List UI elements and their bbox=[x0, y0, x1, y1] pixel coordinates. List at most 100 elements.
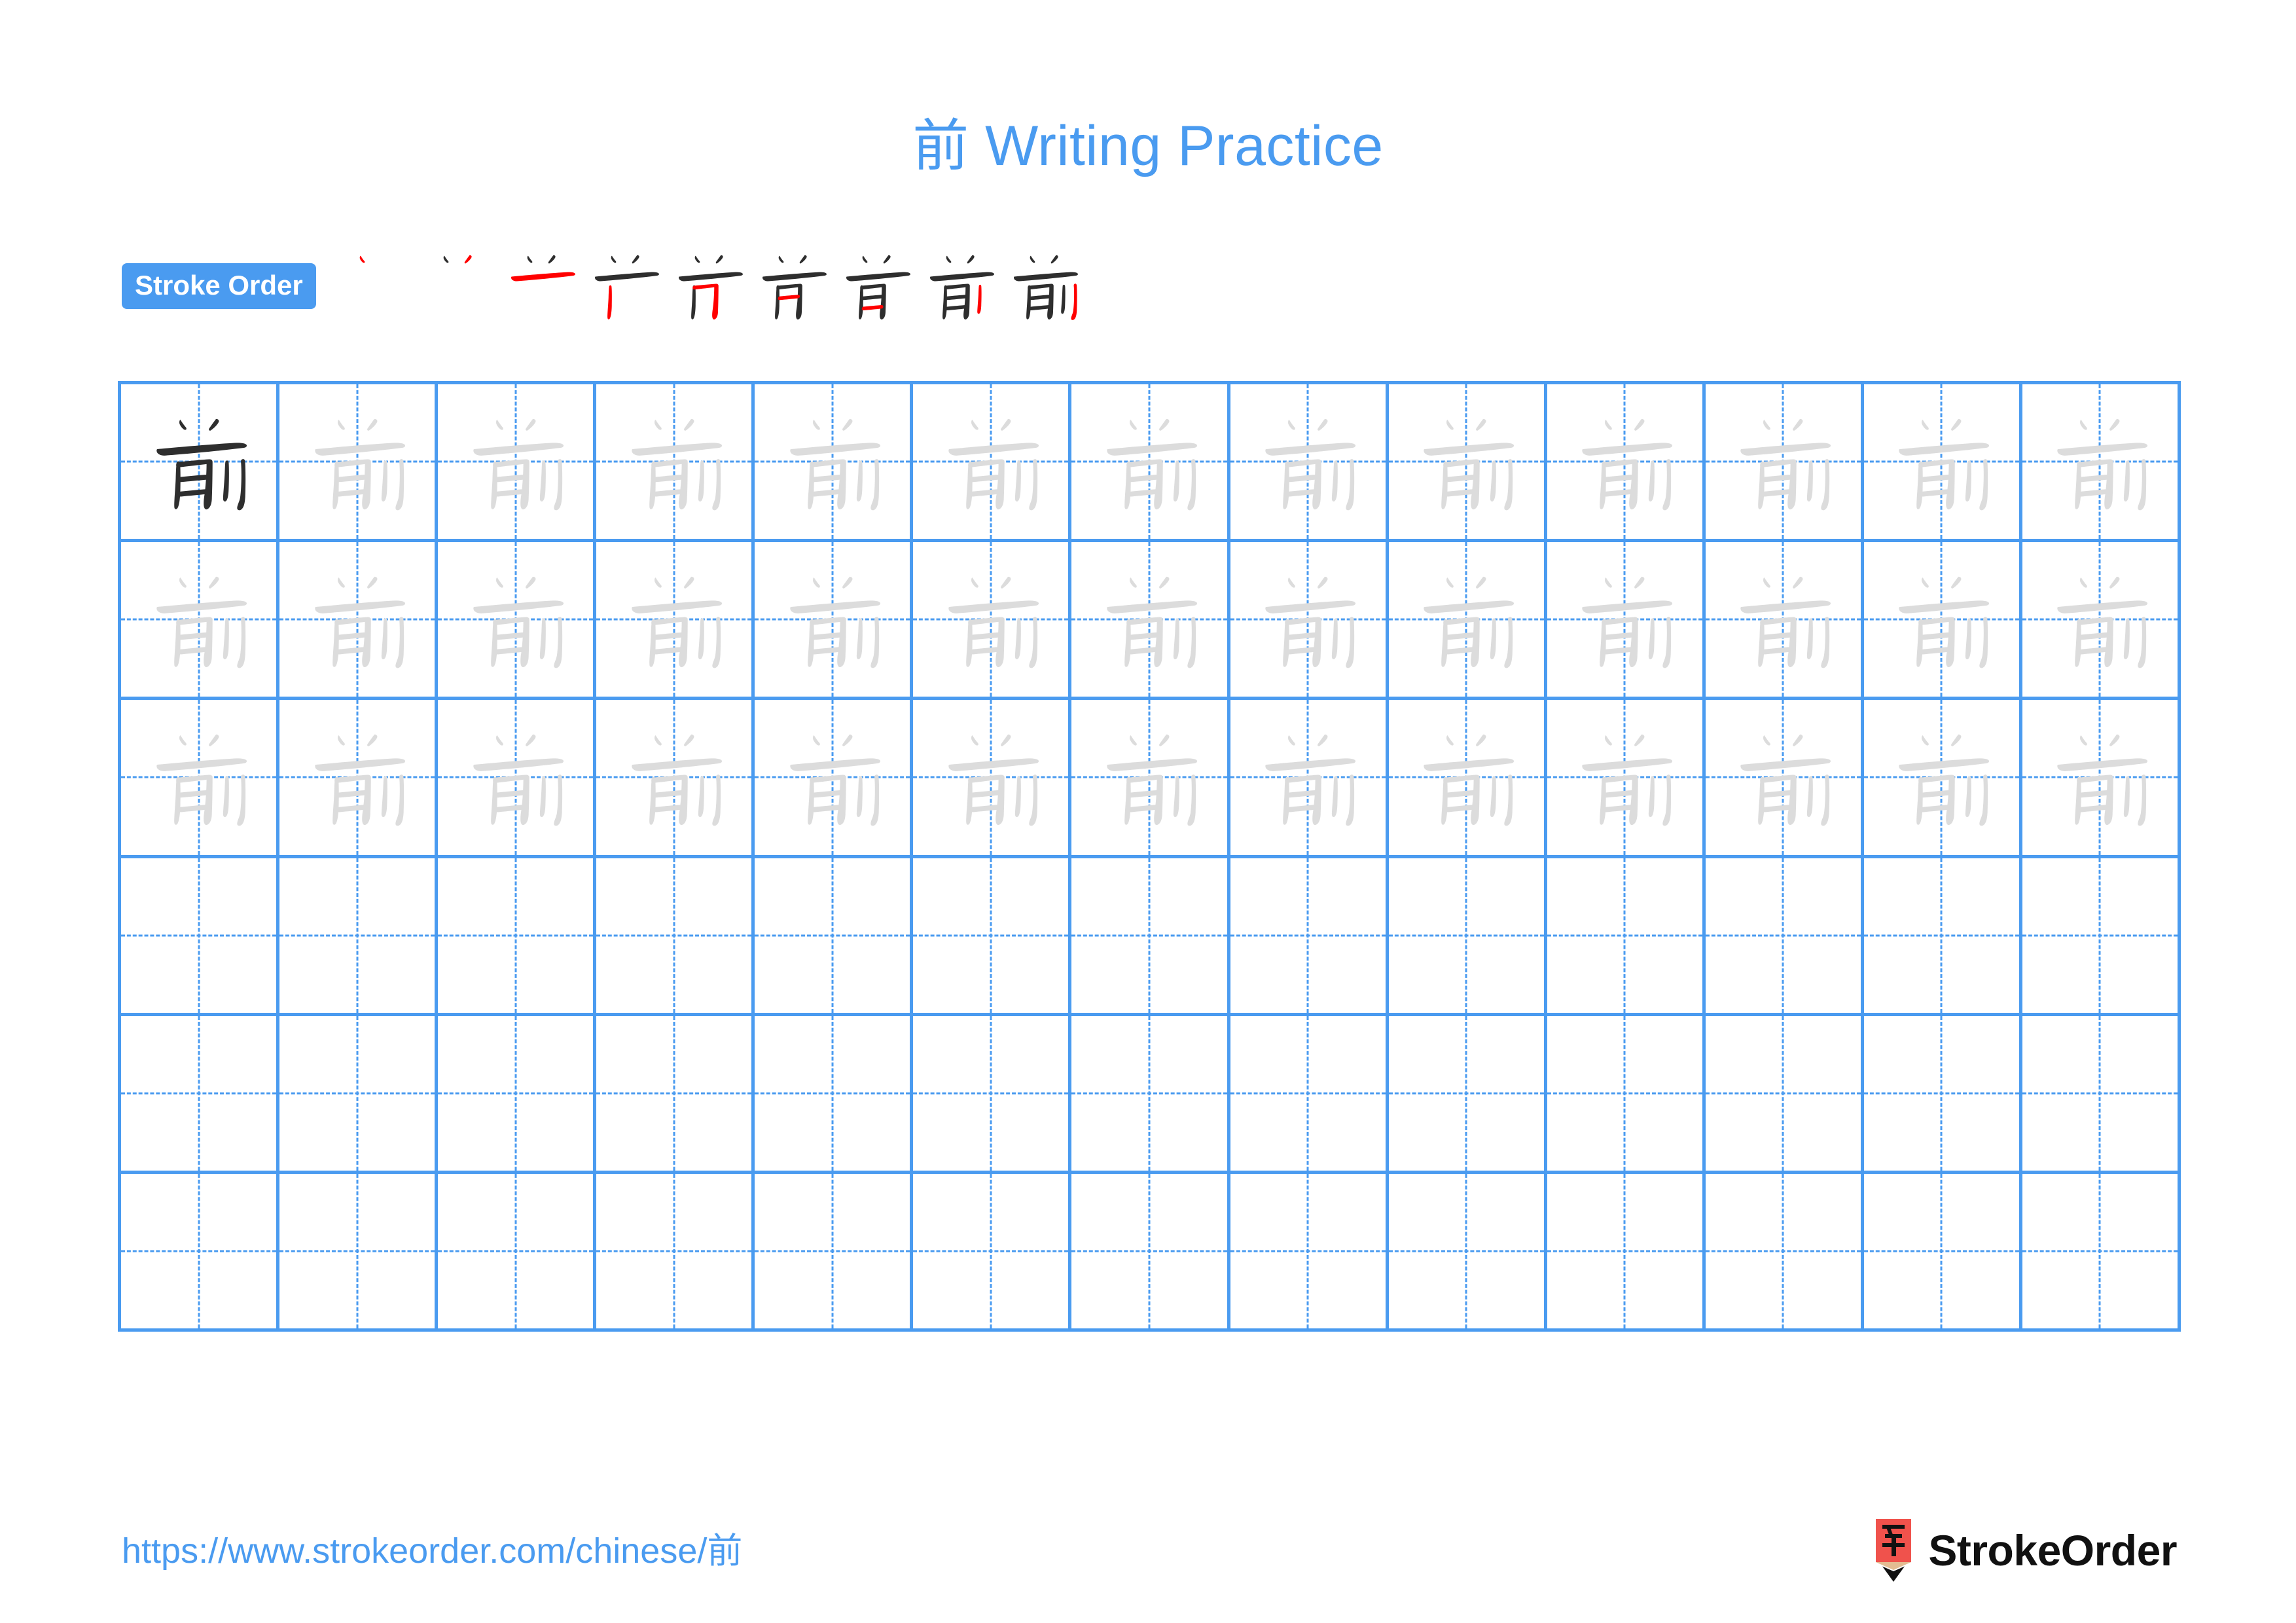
grid-cell-r4-c1[interactable] bbox=[121, 858, 280, 1016]
grid-cell-r5-c12[interactable] bbox=[1863, 1015, 2022, 1174]
stroke-order-badge: Stroke Order bbox=[122, 263, 316, 309]
grid-cell-r2-c5[interactable] bbox=[755, 542, 914, 701]
grid-cell-r1-c11[interactable] bbox=[1705, 384, 1864, 543]
grid-cell-r2-c12[interactable] bbox=[1863, 542, 2022, 701]
grid-cell-r1-c1[interactable] bbox=[121, 384, 280, 543]
trace-character bbox=[913, 542, 1068, 697]
grid-cell-r1-c12[interactable] bbox=[1863, 384, 2022, 543]
footer-url[interactable]: https://www.strokeorder.com/chinese/前 bbox=[122, 1529, 742, 1573]
grid-cell-r2-c13[interactable] bbox=[2022, 542, 2181, 701]
grid-cell-r6-c5[interactable] bbox=[755, 1173, 914, 1332]
grid-cell-r2-c1[interactable] bbox=[121, 542, 280, 701]
footer-logo[interactable]: StrokeOrder bbox=[1873, 1518, 2177, 1583]
grid-cell-r6-c9[interactable] bbox=[1388, 1173, 1547, 1332]
stroke-step-8 bbox=[918, 244, 1002, 329]
grid-row bbox=[121, 1173, 2181, 1332]
grid-cell-r6-c6[interactable] bbox=[913, 1173, 1072, 1332]
grid-cell-r2-c2[interactable] bbox=[279, 542, 439, 701]
grid-cell-r1-c4[interactable] bbox=[596, 384, 755, 543]
grid-cell-r6-c1[interactable] bbox=[121, 1173, 280, 1332]
grid-cell-r1-c7[interactable] bbox=[1071, 384, 1230, 543]
grid-cell-r4-c4[interactable] bbox=[596, 858, 755, 1016]
stroke-step-5 bbox=[667, 244, 751, 329]
grid-cell-r5-c7[interactable] bbox=[1071, 1015, 1230, 1174]
stroke-step-1 bbox=[332, 244, 416, 329]
grid-cell-r3-c10[interactable] bbox=[1547, 700, 1706, 858]
grid-cell-r4-c5[interactable] bbox=[755, 858, 914, 1016]
grid-cell-r6-c11[interactable] bbox=[1705, 1173, 1864, 1332]
grid-cell-r3-c6[interactable] bbox=[913, 700, 1072, 858]
grid-cell-r2-c10[interactable] bbox=[1547, 542, 1706, 701]
grid-cell-r5-c11[interactable] bbox=[1705, 1015, 1864, 1174]
grid-cell-r6-c7[interactable] bbox=[1071, 1173, 1230, 1332]
grid-cell-r2-c7[interactable] bbox=[1071, 542, 1230, 701]
existing-stroke bbox=[946, 255, 952, 263]
grid-cell-r3-c12[interactable] bbox=[1863, 700, 2022, 858]
grid-cell-r3-c13[interactable] bbox=[2022, 700, 2181, 858]
grid-cell-r5-c5[interactable] bbox=[755, 1015, 914, 1174]
grid-cell-r5-c6[interactable] bbox=[913, 1015, 1072, 1174]
existing-stroke bbox=[929, 272, 994, 282]
trace-character bbox=[438, 542, 593, 697]
grid-cell-r3-c2[interactable] bbox=[279, 700, 439, 858]
grid-cell-r6-c8[interactable] bbox=[1230, 1173, 1389, 1332]
grid-cell-r6-c4[interactable] bbox=[596, 1173, 755, 1332]
grid-cell-r4-c13[interactable] bbox=[2022, 858, 2181, 1016]
grid-cell-r1-c6[interactable] bbox=[913, 384, 1072, 543]
grid-cell-r4-c6[interactable] bbox=[913, 858, 1072, 1016]
grid-cell-r2-c11[interactable] bbox=[1705, 542, 1864, 701]
grid-cell-r1-c10[interactable] bbox=[1547, 384, 1706, 543]
grid-cell-r1-c5[interactable] bbox=[755, 384, 914, 543]
grid-cell-r3-c3[interactable] bbox=[438, 700, 597, 858]
existing-stroke bbox=[1061, 284, 1066, 314]
grid-cell-r5-c8[interactable] bbox=[1230, 1015, 1389, 1174]
grid-cell-r6-c12[interactable] bbox=[1863, 1173, 2022, 1332]
grid-cell-r5-c10[interactable] bbox=[1547, 1015, 1706, 1174]
grid-cell-r6-c10[interactable] bbox=[1547, 1173, 1706, 1332]
grid-cell-r3-c5[interactable] bbox=[755, 700, 914, 858]
grid-cell-r3-c7[interactable] bbox=[1071, 700, 1230, 858]
grid-cell-r6-c2[interactable] bbox=[279, 1173, 439, 1332]
existing-stroke bbox=[967, 255, 975, 264]
grid-cell-r5-c2[interactable] bbox=[279, 1015, 439, 1174]
grid-cell-r2-c9[interactable] bbox=[1388, 542, 1547, 701]
trace-character bbox=[2022, 542, 2178, 697]
grid-cell-r5-c9[interactable] bbox=[1388, 1015, 1547, 1174]
grid-cell-r4-c12[interactable] bbox=[1863, 858, 2022, 1016]
new-stroke bbox=[511, 272, 575, 282]
trace-character bbox=[1864, 384, 2019, 539]
grid-cell-r3-c4[interactable] bbox=[596, 700, 755, 858]
grid-cell-r2-c3[interactable] bbox=[438, 542, 597, 701]
grid-cell-r3-c1[interactable] bbox=[121, 700, 280, 858]
grid-cell-r4-c3[interactable] bbox=[438, 858, 597, 1016]
trace-character bbox=[279, 700, 435, 854]
grid-cell-r1-c8[interactable] bbox=[1230, 384, 1389, 543]
grid-cell-r4-c8[interactable] bbox=[1230, 858, 1389, 1016]
grid-cell-r6-c3[interactable] bbox=[438, 1173, 597, 1332]
grid-cell-r5-c4[interactable] bbox=[596, 1015, 755, 1174]
grid-cell-r2-c8[interactable] bbox=[1230, 542, 1389, 701]
grid-cell-r3-c8[interactable] bbox=[1230, 700, 1389, 858]
grid-row bbox=[121, 542, 2181, 701]
grid-cell-r4-c2[interactable] bbox=[279, 858, 439, 1016]
grid-cell-r4-c9[interactable] bbox=[1388, 858, 1547, 1016]
grid-cell-r1-c9[interactable] bbox=[1388, 384, 1547, 543]
brand-name: StrokeOrder bbox=[1928, 1526, 2177, 1575]
grid-cell-r4-c7[interactable] bbox=[1071, 858, 1230, 1016]
grid-cell-r4-c10[interactable] bbox=[1547, 858, 1706, 1016]
trace-character bbox=[755, 542, 910, 697]
grid-cell-r5-c1[interactable] bbox=[121, 1015, 280, 1174]
grid-cell-r2-c6[interactable] bbox=[913, 542, 1072, 701]
grid-cell-r4-c11[interactable] bbox=[1705, 858, 1864, 1016]
grid-cell-r6-c13[interactable] bbox=[2022, 1173, 2181, 1332]
grid-cell-r1-c2[interactable] bbox=[279, 384, 439, 543]
grid-cell-r2-c4[interactable] bbox=[596, 542, 755, 701]
grid-cell-r1-c13[interactable] bbox=[2022, 384, 2181, 543]
trace-character bbox=[279, 542, 435, 697]
grid-cell-r5-c3[interactable] bbox=[438, 1015, 597, 1174]
grid-cell-r5-c13[interactable] bbox=[2022, 1015, 2181, 1174]
grid-cell-r3-c11[interactable] bbox=[1705, 700, 1864, 858]
grid-cell-r1-c3[interactable] bbox=[438, 384, 597, 543]
trace-character bbox=[1389, 700, 1544, 854]
grid-cell-r3-c9[interactable] bbox=[1388, 700, 1547, 858]
